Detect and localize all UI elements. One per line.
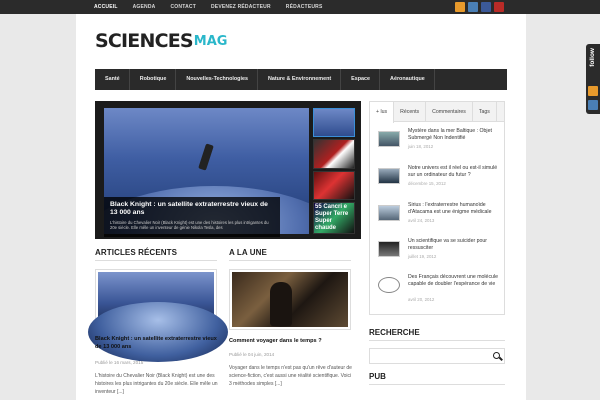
list-item[interactable]: Sirius : l'extraterrestre humanoïde d'At… (378, 202, 500, 232)
tab-commentaires[interactable]: Commentaires (426, 102, 473, 122)
list-item-title[interactable]: Mystère dans la mer Baltique : Objet Sub… (408, 128, 500, 142)
list-item-title[interactable]: Un scientifique va se suicider pour ress… (408, 238, 500, 252)
slider-thumb-text: 55 Cancri e Super Terre Super chaude (315, 203, 349, 231)
topnav-devenez-redacteur[interactable]: DEVENEZ RÉDACTEUR (205, 0, 280, 14)
recent-heading: ARTICLES RÉCENTS (95, 248, 178, 257)
follow-widget[interactable]: follow (586, 44, 600, 114)
list-item-date: juin 18, 2012 (408, 144, 434, 149)
list-item-date: décembre 15, 2012 (408, 181, 446, 186)
email-icon[interactable] (588, 100, 598, 110)
nav-aeronautique[interactable]: Aéronautique (380, 69, 435, 90)
satellite-graphic (198, 143, 214, 171)
list-item-date: avril 20, 2012 (408, 297, 435, 302)
list-item[interactable]: Notre univers est il réel ou est-il simu… (378, 165, 500, 195)
logo-text-mag: MAG (193, 33, 228, 49)
site-logo[interactable]: SCIENCES MAG (95, 27, 227, 55)
nav-robotique[interactable]: Robotique (130, 69, 177, 90)
slider-thumb[interactable] (313, 139, 355, 169)
featured-heading: A LA UNE (229, 248, 267, 257)
tab-bar: + lus Récents Commentaires Tags (370, 102, 504, 123)
email-icon[interactable] (468, 2, 478, 12)
search-input[interactable] (370, 354, 480, 368)
featured-post-title[interactable]: Comment voyager dans le temps ? (229, 338, 353, 346)
search-box (369, 348, 505, 368)
list-item-date: avril 24, 2013 (408, 218, 435, 223)
youtube-icon[interactable] (494, 2, 504, 12)
search-icon[interactable] (493, 352, 500, 359)
slider-thumb[interactable] (313, 170, 355, 200)
nav-nature-environnement[interactable]: Nature & Environnement (258, 69, 342, 90)
list-item-title[interactable]: Notre univers est il réel ou est-il simu… (408, 165, 500, 179)
featured-post-excerpt: Voyager dans le temps n'est pas qu'un rê… (229, 365, 352, 387)
topnav-contact[interactable]: CONTACT (165, 0, 205, 14)
divider (369, 384, 505, 385)
list-item-thumb (378, 131, 400, 147)
list-item-thumb (378, 205, 400, 221)
rss-icon[interactable] (455, 2, 465, 12)
list-item-thumb (378, 277, 400, 293)
logo-text-sciences: SCIENCES (95, 30, 194, 52)
tab-recents[interactable]: Récents (394, 102, 427, 122)
list-item-thumb (378, 241, 400, 257)
featured-post-image[interactable] (229, 269, 351, 330)
divider (369, 340, 505, 341)
nav-sante[interactable]: Santé (95, 69, 130, 90)
divider (229, 260, 351, 261)
recent-post-meta: Publié le 16 mars, 2015 (95, 360, 144, 365)
divider (95, 260, 217, 261)
main-nav: Santé Robotique Nouvelles-Technologies N… (95, 69, 507, 90)
slide-caption: Black Knight : un satellite extraterrest… (104, 197, 280, 237)
tab-plus-lus[interactable]: + lus (370, 102, 395, 123)
slide-excerpt: L'histoire du Chevalier Noir (Black Knig… (110, 220, 269, 231)
tab-tags[interactable]: Tags (473, 102, 497, 122)
topnav-redacteurs[interactable]: RÉDACTEURS (280, 0, 332, 14)
list-item-title[interactable]: Des Français découvrent une molécule cap… (408, 274, 500, 288)
pub-heading: PUB (369, 372, 386, 381)
slider-thumbnails: 55 Cancri e Super Terre Super chaude (313, 108, 355, 234)
nav-espace[interactable]: Espace (341, 69, 381, 90)
social-icons (455, 2, 504, 12)
featured-slider: Black Knight : un satellite extraterrest… (95, 101, 361, 239)
topnav-agenda[interactable]: AGENDA (127, 0, 165, 14)
top-nav: ACCUEIL AGENDA CONTACT DEVENEZ RÉDACTEUR… (88, 0, 332, 14)
featured-post-meta: Publié le 04 juin, 2014 (229, 352, 275, 357)
search-heading: RECHERCHE (369, 328, 420, 337)
facebook-icon[interactable] (481, 2, 491, 12)
topnav-accueil[interactable]: ACCUEIL (88, 0, 127, 14)
list-item-thumb (378, 168, 400, 184)
slider-thumb[interactable] (313, 108, 355, 138)
slider-thumb[interactable]: 55 Cancri e Super Terre Super chaude (313, 201, 355, 234)
recent-post-image[interactable] (88, 269, 228, 362)
recent-post-title[interactable]: Black Knight : un satellite extraterrest… (95, 336, 219, 351)
follow-label: follow (589, 48, 596, 67)
list-item[interactable]: Mystère dans la mer Baltique : Objet Sub… (378, 128, 500, 158)
recent-post-excerpt: L'histoire du Chevalier Noir (Black Knig… (95, 373, 218, 395)
slide-title[interactable]: Black Knight : un satellite extraterrest… (110, 201, 274, 217)
rss-icon[interactable] (588, 86, 598, 96)
list-item-title[interactable]: Sirius : l'extraterrestre humanoïde d'At… (408, 202, 500, 216)
list-item[interactable]: Un scientifique va se suicider pour ress… (378, 238, 500, 268)
list-item-date: juillet 19, 2012 (408, 254, 437, 259)
popular-tabs-widget: + lus Récents Commentaires Tags Mystère … (369, 101, 505, 315)
nav-nouvelles-technologies[interactable]: Nouvelles-Technologies (176, 69, 258, 90)
list-item[interactable]: Des Français découvrent une molécule cap… (378, 274, 500, 304)
